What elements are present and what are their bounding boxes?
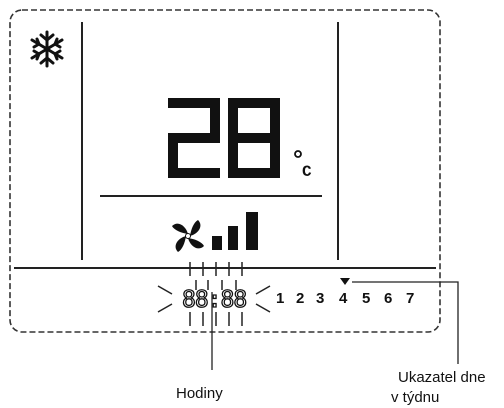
fan-icon (172, 220, 204, 252)
weekday-4: 4 (339, 290, 348, 307)
temperature-digits (168, 98, 280, 178)
weekday-5: 5 (362, 290, 370, 307)
fan-speed-bar-3 (246, 212, 258, 250)
temperature-unit-c: C (302, 163, 312, 181)
temp-digit-2-segment-e (228, 138, 238, 178)
clock-ticks-bottom (189, 312, 243, 326)
snowflake-icon (30, 30, 64, 68)
weekday-6: 6 (384, 290, 392, 307)
clock-label: Hodiny (176, 385, 223, 402)
temp-digit-2-segment-b (270, 98, 280, 138)
temp-digit-1-segment-d (168, 168, 220, 178)
weekday-3: 3 (316, 290, 324, 307)
lcd-diagram: C 88:88 1 2 3 4 5 6 7 (9, 9, 459, 370)
weekday-2: 2 (296, 290, 304, 307)
temp-digit-1-segment-b (210, 98, 220, 138)
display-frame (9, 9, 441, 333)
weekday-1: 1 (276, 290, 284, 307)
fan-speed-bar-1 (212, 236, 222, 250)
weekday-row: 1 2 3 4 5 6 7 (276, 290, 414, 307)
clock-ticks-top (189, 262, 243, 290)
current-day-marker (340, 278, 350, 285)
weekday-7: 7 (406, 290, 414, 307)
fan-speed-bar-2 (228, 226, 238, 250)
fan-speed-bars (212, 212, 258, 250)
day-indicator-label-line1: Ukazatel dne (398, 369, 486, 386)
temp-digit-2-segment-f (228, 98, 238, 138)
temp-digit-2-segment-g (228, 133, 280, 143)
temperature-unit: C (294, 150, 312, 181)
day-indicator-label-line2: v týdnu (391, 389, 440, 406)
clock-digits: 88:88 (182, 287, 246, 313)
